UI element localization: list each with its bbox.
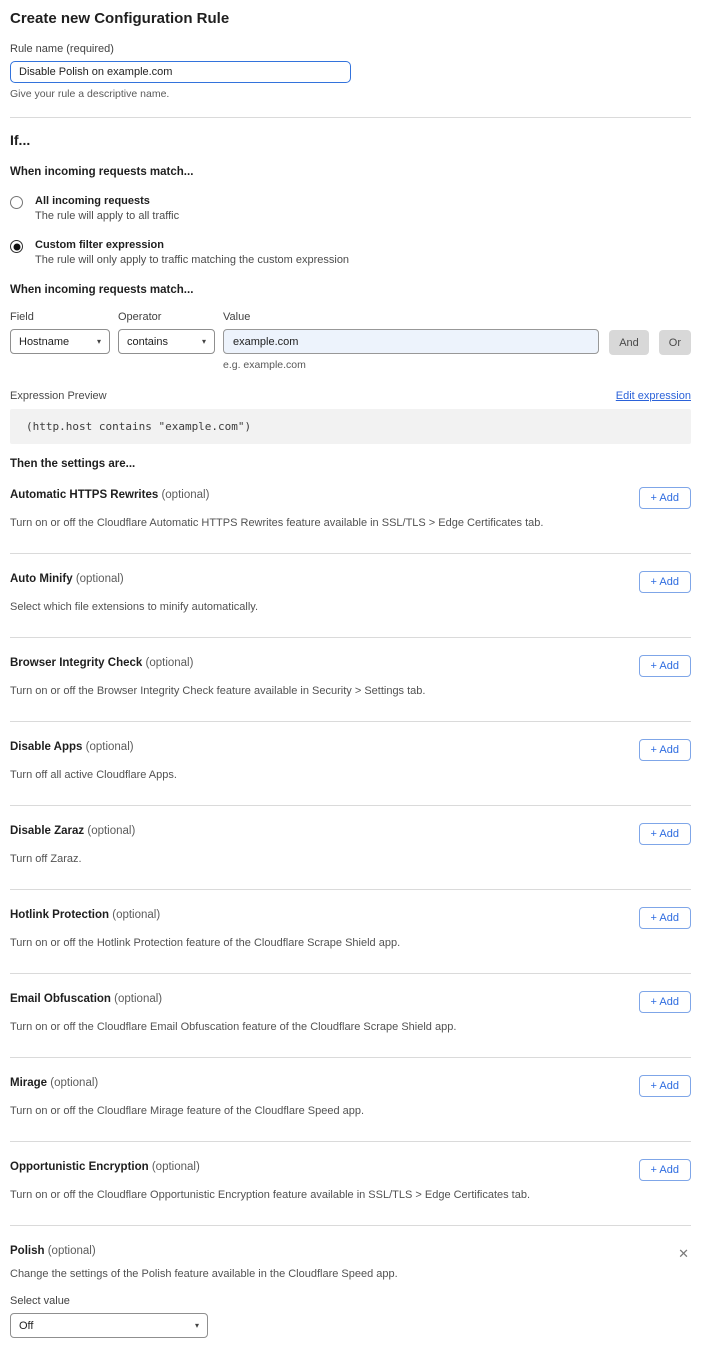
- polish-select-value: Off: [19, 1320, 33, 1332]
- chevron-down-icon: ▾: [97, 337, 101, 346]
- expression-preview-label: Expression Preview: [10, 390, 107, 402]
- setting-title: Email Obfuscation: [10, 993, 111, 1005]
- page-title: Create new Configuration Rule: [10, 10, 691, 27]
- setting-title: Mirage: [10, 1077, 47, 1089]
- rule-name-input[interactable]: [10, 61, 351, 83]
- setting-description: Change the settings of the Polish featur…: [10, 1268, 691, 1280]
- rule-name-helper: Give your rule a descriptive name.: [10, 88, 691, 100]
- optional-tag: (optional): [86, 741, 134, 753]
- polish-value-select[interactable]: Off ▾: [10, 1313, 208, 1338]
- rule-name-label: Rule name (required): [10, 43, 691, 55]
- select-value-label: Select value: [10, 1295, 691, 1307]
- radio-option-description: The rule will only apply to traffic matc…: [35, 254, 349, 266]
- close-icon[interactable]: ✕: [678, 1247, 689, 1260]
- radio-option-all-incoming-requests[interactable]: All incoming requests The rule will appl…: [10, 195, 691, 222]
- setting-title: Polish: [10, 1245, 45, 1257]
- field-select[interactable]: Hostname ▾: [10, 329, 110, 354]
- optional-tag: (optional): [152, 1161, 200, 1173]
- radio-button[interactable]: [10, 196, 23, 209]
- field-select-value: Hostname: [19, 336, 69, 348]
- expression-preview-header: Expression Preview Edit expression: [10, 390, 691, 402]
- setting-description: Turn on or off the Cloudflare Email Obfu…: [10, 1021, 691, 1033]
- radio-button[interactable]: [10, 240, 23, 253]
- add-button[interactable]: + Add: [639, 487, 691, 509]
- if-heading: If...: [10, 132, 691, 148]
- setting-description: Select which file extensions to minify a…: [10, 601, 691, 613]
- optional-tag: (optional): [112, 909, 160, 921]
- setting-title: Disable Zaraz: [10, 825, 84, 837]
- radio-option-custom-filter-expression[interactable]: Custom filter expression The rule will o…: [10, 239, 691, 266]
- chevron-down-icon: ▾: [202, 337, 206, 346]
- optional-tag: (optional): [76, 573, 124, 585]
- setting-description: Turn on or off the Cloudflare Automatic …: [10, 517, 691, 529]
- setting-description: Turn off all active Cloudflare Apps.: [10, 769, 691, 781]
- add-button[interactable]: + Add: [639, 907, 691, 929]
- value-input[interactable]: [223, 329, 599, 354]
- rule-name-group: Rule name (required) Give your rule a de…: [10, 43, 691, 100]
- add-button[interactable]: + Add: [639, 739, 691, 761]
- radio-option-description: The rule will apply to all traffic: [35, 210, 179, 222]
- setting-item-opportunistic-encryption: Opportunistic Encryption (optional) + Ad…: [10, 1142, 691, 1226]
- add-button[interactable]: + Add: [639, 571, 691, 593]
- incoming-requests-match-heading: When incoming requests match...: [10, 166, 691, 178]
- setting-title: Disable Apps: [10, 741, 82, 753]
- setting-item-mirage: Mirage (optional) + Add Turn on or off t…: [10, 1058, 691, 1142]
- operator-label: Operator: [118, 311, 215, 323]
- expression-preview-code: (http.host contains "example.com"): [10, 409, 691, 444]
- add-button[interactable]: + Add: [639, 655, 691, 677]
- setting-item-hotlink-protection: Hotlink Protection (optional) + Add Turn…: [10, 890, 691, 974]
- and-button[interactable]: And: [609, 330, 649, 355]
- edit-expression-link[interactable]: Edit expression: [616, 390, 691, 402]
- chevron-down-icon: ▾: [195, 1321, 199, 1330]
- value-helper: e.g. example.com: [223, 359, 599, 371]
- radio-option-label: Custom filter expression: [35, 239, 349, 251]
- or-button[interactable]: Or: [659, 330, 691, 355]
- add-button[interactable]: + Add: [639, 823, 691, 845]
- optional-tag: (optional): [114, 993, 162, 1005]
- optional-tag: (optional): [48, 1245, 96, 1257]
- then-settings-heading: Then the settings are...: [10, 458, 691, 470]
- setting-description: Turn on or off the Browser Integrity Che…: [10, 685, 691, 697]
- operator-select-value: contains: [127, 336, 168, 348]
- setting-description: Turn off Zaraz.: [10, 853, 691, 865]
- optional-tag: (optional): [161, 489, 209, 501]
- setting-description: Turn on or off the Hotlink Protection fe…: [10, 937, 691, 949]
- add-button[interactable]: + Add: [639, 1075, 691, 1097]
- setting-title: Browser Integrity Check: [10, 657, 142, 669]
- create-configuration-rule-form: Create new Configuration Rule Rule name …: [0, 0, 705, 1362]
- setting-item-disable-zaraz: Disable Zaraz (optional) + Add Turn off …: [10, 806, 691, 890]
- setting-title: Auto Minify: [10, 573, 73, 585]
- setting-item-disable-apps: Disable Apps (optional) + Add Turn off a…: [10, 722, 691, 806]
- operator-select[interactable]: contains ▾: [118, 329, 215, 354]
- optional-tag: (optional): [50, 1077, 98, 1089]
- radio-option-label: All incoming requests: [35, 195, 179, 207]
- setting-title: Opportunistic Encryption: [10, 1161, 149, 1173]
- field-label: Field: [10, 311, 110, 323]
- setting-item-automatic-https-rewrites: Automatic HTTPS Rewrites (optional) + Ad…: [10, 470, 691, 554]
- add-button[interactable]: + Add: [639, 991, 691, 1013]
- setting-item-email-obfuscation: Email Obfuscation (optional) + Add Turn …: [10, 974, 691, 1058]
- optional-tag: (optional): [146, 657, 194, 669]
- setting-description: Turn on or off the Cloudflare Mirage fea…: [10, 1105, 691, 1117]
- setting-description: Turn on or off the Cloudflare Opportunis…: [10, 1189, 691, 1201]
- setting-item-polish: Polish (optional) ✕ Change the settings …: [10, 1226, 691, 1362]
- add-button[interactable]: + Add: [639, 1159, 691, 1181]
- expression-builder-heading: When incoming requests match...: [10, 284, 691, 296]
- value-label: Value: [223, 311, 599, 323]
- expression-builder-row: Field Hostname ▾ Operator contains ▾ Val…: [10, 311, 691, 371]
- settings-list: Automatic HTTPS Rewrites (optional) + Ad…: [10, 470, 691, 1362]
- setting-item-browser-integrity-check: Browser Integrity Check (optional) + Add…: [10, 638, 691, 722]
- optional-tag: (optional): [87, 825, 135, 837]
- section-divider: [10, 117, 691, 118]
- setting-title: Hotlink Protection: [10, 909, 109, 921]
- setting-title: Automatic HTTPS Rewrites: [10, 489, 158, 501]
- setting-item-auto-minify: Auto Minify (optional) + Add Select whic…: [10, 554, 691, 638]
